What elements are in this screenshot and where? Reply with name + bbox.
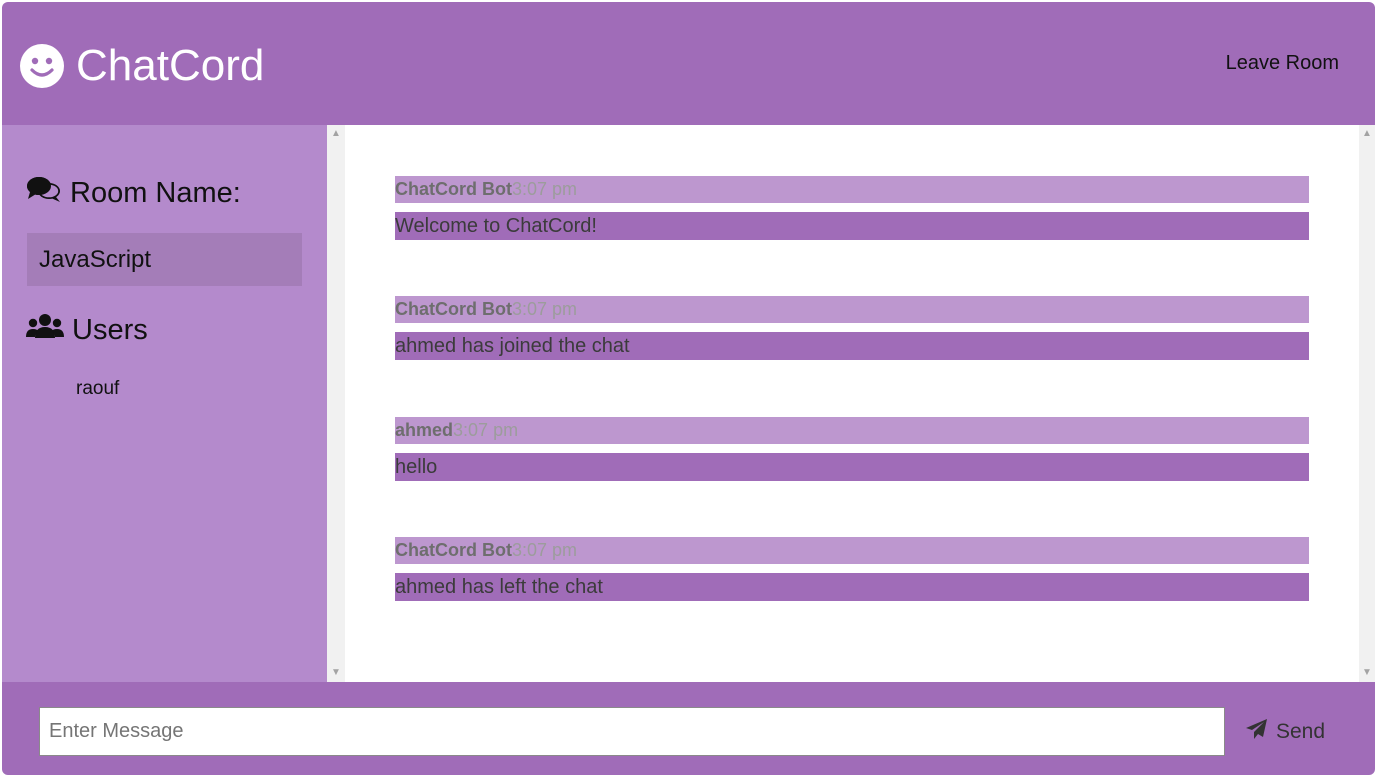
users-heading: Users [26, 312, 148, 348]
chat-app: ChatCord Leave Room Room Name: JavaScrip… [2, 2, 1375, 775]
scroll-down-icon[interactable]: ▼ [1362, 668, 1372, 678]
message-text: Welcome to ChatCord! [395, 212, 1309, 240]
chat-messages: ▲ ▼ ChatCord Bot3:07 pm Welcome to ChatC… [327, 125, 1375, 682]
room-heading-label: Room Name: [70, 176, 241, 209]
scroll-up-icon[interactable]: ▲ [1362, 129, 1372, 139]
brand: ChatCord [20, 42, 264, 90]
paper-plane-icon [1246, 719, 1276, 745]
message-time: 3:07 pm [453, 420, 519, 440]
scrollbar-right[interactable]: ▲ ▼ [1359, 125, 1375, 682]
message-text: ahmed has left the chat [395, 573, 1309, 601]
scroll-down-icon[interactable]: ▼ [331, 668, 341, 678]
send-button[interactable]: Send [1246, 719, 1325, 745]
users-heading-label: Users [72, 313, 148, 346]
sidebar: Room Name: JavaScript Users raouf [2, 125, 327, 682]
scrollbar-left[interactable]: ▲ ▼ [327, 125, 345, 682]
message-time: 3:07 pm [511, 299, 578, 319]
message-time: 3:07 pm [511, 179, 578, 199]
message-author: ChatCord Bot [395, 540, 512, 560]
message: ChatCord Bot3:07 pm Welcome to ChatCord! [395, 176, 1309, 240]
composer: Send [2, 682, 1375, 775]
room-heading: Room Name: [26, 175, 241, 211]
message: ChatCord Bot3:07 pm ahmed has left the c… [395, 537, 1309, 601]
message-author: ChatCord Bot [395, 299, 512, 319]
scroll-up-icon[interactable]: ▲ [331, 129, 341, 139]
message-author: ahmed [395, 420, 454, 440]
message-time: 3:07 pm [511, 540, 578, 560]
app-title: ChatCord [76, 41, 265, 90]
room-name: JavaScript [27, 233, 302, 286]
users-icon [26, 312, 72, 348]
message-meta: ChatCord Bot3:07 pm [395, 537, 1309, 564]
comments-icon [26, 175, 70, 211]
message-text: ahmed has joined the chat [395, 332, 1309, 360]
smile-icon [20, 44, 64, 88]
message-author: ChatCord Bot [395, 179, 512, 199]
message-meta: ChatCord Bot3:07 pm [395, 176, 1309, 203]
send-label: Send [1276, 720, 1326, 743]
message-meta: ahmed3:07 pm [395, 417, 1309, 444]
message: ChatCord Bot3:07 pm ahmed has joined the… [395, 296, 1309, 360]
message-text: hello [395, 453, 1309, 481]
user-item: raouf [76, 378, 120, 399]
header: ChatCord Leave Room [2, 2, 1375, 125]
message-meta: ChatCord Bot3:07 pm [395, 296, 1309, 323]
message-input[interactable] [39, 707, 1225, 756]
leave-room-button[interactable]: Leave Room [1226, 50, 1339, 76]
users-list: raouf [76, 377, 119, 401]
message: ahmed3:07 pm hello [395, 417, 1309, 481]
